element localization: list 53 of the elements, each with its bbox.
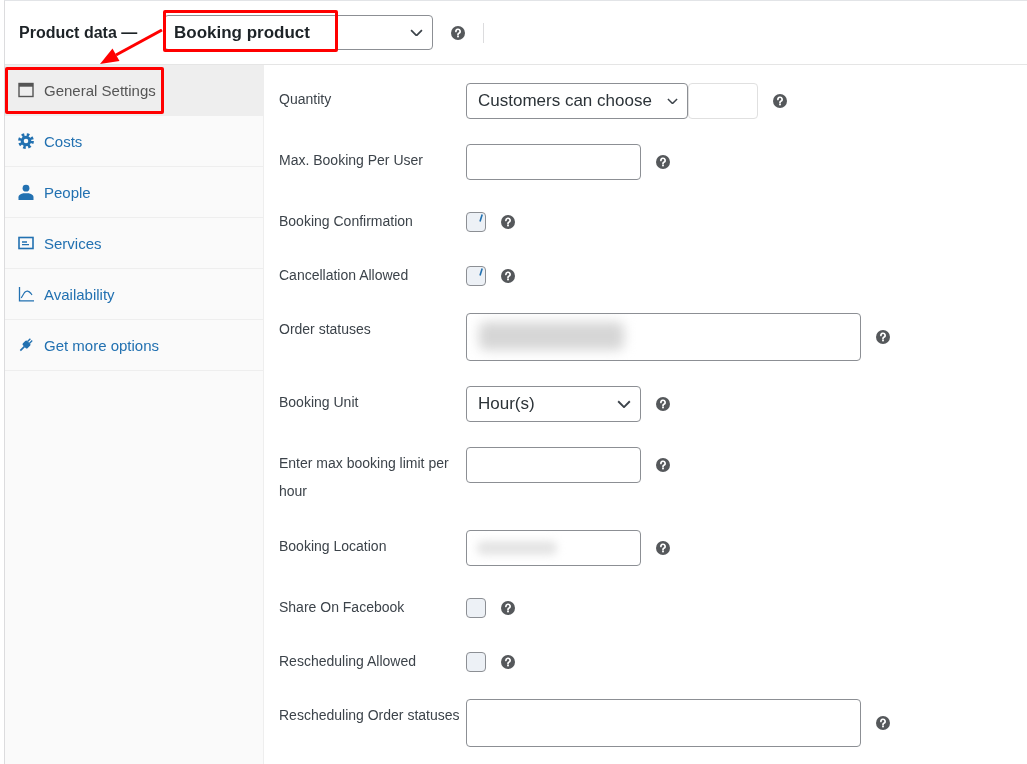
select-field[interactable]: Hour(s)	[466, 386, 641, 422]
sidebar-tab[interactable]: General Settings	[5, 65, 263, 116]
field-label: Max. Booking Per User	[279, 151, 424, 170]
card-icon	[18, 235, 34, 251]
chevron-down-icon	[410, 28, 423, 37]
gear-icon	[18, 133, 34, 149]
window-icon	[18, 82, 34, 98]
checkbox[interactable]	[466, 212, 486, 232]
sidebar-tab[interactable]: Services	[5, 218, 263, 269]
field-label: Rescheduling Order statuses	[279, 706, 461, 725]
help-icon[interactable]	[451, 25, 465, 40]
checkbox[interactable]	[466, 652, 486, 672]
checkbox[interactable]	[466, 598, 486, 618]
tick-icon	[479, 268, 483, 276]
chevron-down-icon	[667, 97, 678, 105]
quantity-input[interactable]	[688, 83, 758, 119]
field-label: Cancellation Allowed	[279, 266, 410, 285]
field-label: Share On Facebook	[279, 598, 406, 617]
field-label: Enter max booking limit per hour	[279, 454, 450, 501]
chart-icon	[18, 286, 34, 302]
field-label: Rescheduling Allowed	[279, 652, 417, 671]
multiselect-field[interactable]	[466, 699, 861, 747]
sidebar-tab[interactable]: Costs	[5, 116, 263, 167]
field-label: Quantity	[279, 90, 333, 109]
help-icon[interactable]	[773, 94, 787, 108]
help-icon[interactable]	[656, 397, 670, 411]
help-icon[interactable]	[501, 269, 515, 283]
field-label: Booking Confirmation	[279, 212, 414, 231]
help-icon[interactable]	[656, 458, 670, 472]
sidebar-tab[interactable]: Availability	[5, 269, 263, 320]
help-icon[interactable]	[876, 330, 890, 344]
help-icon[interactable]	[501, 601, 515, 615]
input-field[interactable]	[466, 447, 641, 483]
help-icon[interactable]	[656, 541, 670, 555]
plug-icon	[18, 337, 34, 353]
quantity-select[interactable]: Customers can choose	[466, 83, 688, 119]
sidebar-tab[interactable]: People	[5, 167, 263, 218]
tick-icon	[479, 214, 483, 222]
multiselect-field[interactable]	[466, 313, 861, 361]
field-label: Order statuses	[279, 320, 372, 339]
help-icon[interactable]	[501, 655, 515, 669]
panel-title: Product data —	[19, 23, 139, 42]
sidebar-tab[interactable]: Get more options	[5, 320, 263, 371]
input-field[interactable]	[466, 144, 641, 180]
chevron-down-icon	[617, 399, 631, 409]
help-icon[interactable]	[501, 215, 515, 229]
field-label: Booking Location	[279, 537, 388, 556]
help-icon[interactable]	[876, 716, 890, 730]
input-field[interactable]	[466, 530, 641, 566]
checkbox[interactable]	[466, 266, 486, 286]
field-label: Booking Unit	[279, 393, 360, 412]
help-icon[interactable]	[656, 155, 670, 169]
person-icon	[18, 184, 34, 200]
